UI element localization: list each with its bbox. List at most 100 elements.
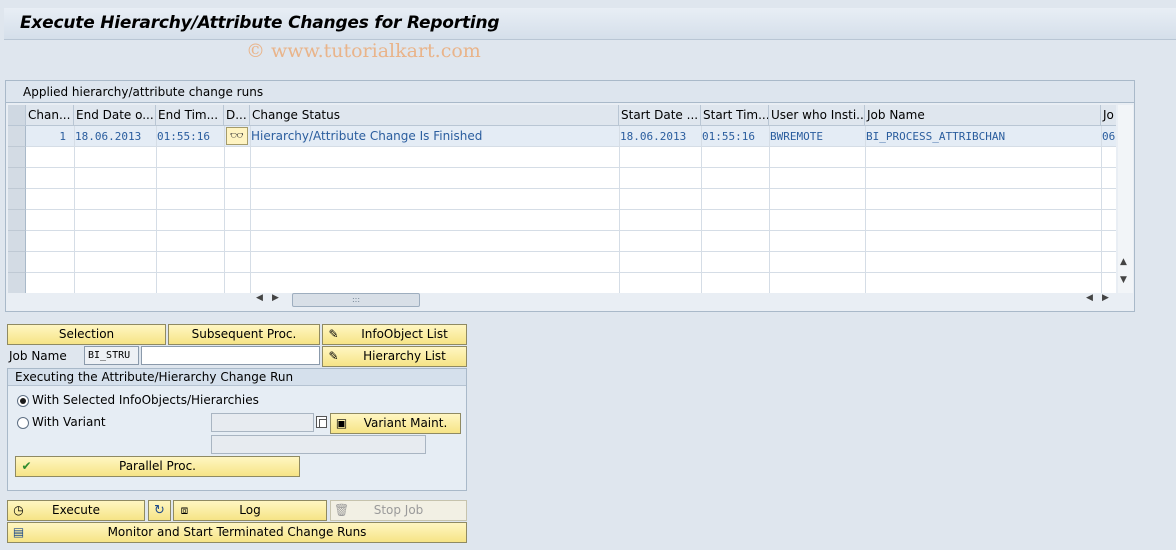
log-label: Log [239, 503, 261, 517]
cell-end-date: 18.06.2013 [75, 130, 142, 143]
copy-icon[interactable] [316, 416, 327, 428]
execute-clock-icon: ◷ [13, 503, 24, 517]
column-divider [1101, 126, 1102, 293]
scroll-thumb[interactable]: ::: [292, 293, 420, 307]
table-row-empty [26, 252, 1116, 273]
col-header-job-name[interactable]: Job Name [865, 105, 1101, 126]
infoobject-list-button[interactable]: ✎ InfoObject List [322, 324, 467, 345]
table-row-empty [26, 231, 1116, 252]
scroll-right-icon[interactable]: ▶ [272, 293, 279, 303]
col-header-end-time[interactable]: End Tim... [156, 105, 224, 126]
column-divider [769, 126, 770, 293]
change-runs-grid: Chan... End Date o... End Tim... D... Ch… [8, 105, 1116, 293]
subsequent-proc-button[interactable]: Subsequent Proc. [168, 324, 320, 345]
row-selector[interactable] [8, 231, 26, 252]
row-selector[interactable] [8, 252, 26, 273]
list-pencil-icon: ✎ [328, 327, 339, 341]
monitor-icon: ▤ [12, 525, 25, 539]
scroll-down-icon[interactable]: ▼ [1120, 275, 1127, 285]
watermark: © www.tutorialkart.com [246, 40, 481, 62]
variant-maint-label: Variant Maint. [363, 416, 448, 430]
col-header-change-run[interactable]: Chan... [26, 105, 74, 126]
grid-horizontal-scrollbar[interactable]: ◀ ▶ ::: ◀ ▶ [254, 292, 1114, 308]
infoobject-list-label: InfoObject List [361, 327, 448, 341]
table-row-empty [26, 210, 1116, 231]
scroll-right-end-icon[interactable]: ▶ [1102, 293, 1109, 303]
stop-job-label: Stop Job [373, 503, 424, 517]
job-name-prefix-field: BI_STRU [84, 346, 139, 365]
executing-group-header: Executing the Attribute/Hierarchy Change… [8, 369, 466, 386]
column-divider [250, 126, 251, 293]
hierarchy-list-button[interactable]: ✎ Hierarchy List [322, 346, 467, 367]
glasses-icon: 👓︎ [230, 129, 244, 142]
scroll-left-end-icon[interactable]: ◀ [1086, 293, 1093, 303]
variant-maint-icon: ▣ [335, 416, 348, 430]
col-header-start-date[interactable]: Start Date ... [619, 105, 701, 126]
refresh-icon: ↻ [154, 503, 165, 518]
page-title: Execute Hierarchy/Attribute Changes for … [20, 13, 500, 33]
grid-caption-text: Applied hierarchy/attribute change runs [23, 85, 264, 99]
scroll-left-icon[interactable]: ◀ [256, 293, 263, 303]
refresh-button[interactable]: ↻ [148, 500, 171, 521]
details-button[interactable]: 👓︎ [226, 127, 248, 145]
variant-description-field [211, 435, 426, 454]
selection-button[interactable]: Selection [7, 324, 166, 345]
variant-input[interactable] [211, 413, 314, 432]
execute-label: Execute [52, 503, 100, 517]
col-header-start-time[interactable]: Start Tim... [701, 105, 769, 126]
stop-job-button[interactable]: 🗑︎ Stop Job [330, 500, 467, 521]
trash-icon: 🗑︎ [334, 503, 350, 517]
row-selector[interactable] [8, 147, 26, 168]
column-divider [865, 126, 866, 293]
subsequent-proc-label: Subsequent Proc. [191, 327, 297, 341]
column-divider [74, 126, 75, 293]
row-selector[interactable] [8, 168, 26, 189]
log-button[interactable]: ⧈ Log [173, 500, 327, 521]
cell-job-count: 06 [1102, 130, 1116, 143]
column-divider [224, 126, 225, 293]
col-header-details[interactable]: D... [224, 105, 250, 126]
parallel-proc-button[interactable]: ✔ Parallel Proc. [15, 456, 300, 477]
grid-caption: Applied hierarchy/attribute change runs [6, 81, 1134, 103]
executing-group-title: Executing the Attribute/Hierarchy Change… [15, 370, 294, 384]
scroll-up-icon[interactable]: ▲ [1120, 257, 1127, 267]
monitor-terminated-runs-button[interactable]: ▤ Monitor and Start Terminated Change Ru… [7, 522, 467, 543]
radio-with-variant-label: With Variant [32, 415, 106, 429]
col-header-change-status[interactable]: Change Status [250, 105, 619, 126]
table-row-empty [26, 147, 1116, 168]
table-row-empty [26, 273, 1116, 293]
variant-maint-button[interactable]: ▣ Variant Maint. [330, 413, 461, 434]
cell-end-time: 01:55:16 [157, 130, 210, 143]
radio-selected-infoobjects-label: With Selected InfoObjects/Hierarchies [32, 393, 259, 407]
row-selector[interactable] [8, 126, 26, 147]
col-header-user[interactable]: User who Insti... [769, 105, 865, 126]
col-header-job-count[interactable]: Jo [1101, 105, 1116, 126]
parallel-proc-label: Parallel Proc. [119, 459, 196, 473]
row-selector[interactable] [8, 210, 26, 231]
radio-selected-infoobjects[interactable] [17, 395, 29, 407]
cell-change-status: Hierarchy/Attribute Change Is Finished [251, 129, 483, 143]
grid-vertical-scrollbar[interactable]: ▲ ▼ [1118, 105, 1133, 293]
table-row-empty [26, 189, 1116, 210]
col-header-end-date[interactable]: End Date o... [74, 105, 156, 126]
change-runs-panel: Applied hierarchy/attribute change runs … [5, 80, 1135, 312]
cell-change-run: 1 [59, 130, 66, 143]
column-divider [619, 126, 620, 293]
job-name-label: Job Name [9, 349, 67, 363]
radio-with-variant[interactable] [17, 417, 29, 429]
cell-user: BWREMOTE [770, 130, 823, 143]
list-pencil-icon: ✎ [328, 349, 339, 363]
select-all-corner[interactable] [8, 105, 26, 126]
cell-start-time: 01:55:16 [702, 130, 755, 143]
cell-job-name: BI_PROCESS_ATTRIBCHAN [866, 130, 1006, 143]
column-divider [156, 126, 157, 293]
table-row-empty [26, 168, 1116, 189]
row-selector[interactable] [8, 189, 26, 210]
row-selector[interactable] [8, 273, 26, 293]
title-bar: Execute Hierarchy/Attribute Changes for … [4, 8, 1176, 40]
execute-button[interactable]: ◷ Execute [7, 500, 145, 521]
job-name-input[interactable] [141, 346, 320, 365]
column-divider [701, 126, 702, 293]
log-scroll-icon: ⧈ [180, 503, 189, 517]
checkmark-icon: ✔ [21, 459, 32, 473]
